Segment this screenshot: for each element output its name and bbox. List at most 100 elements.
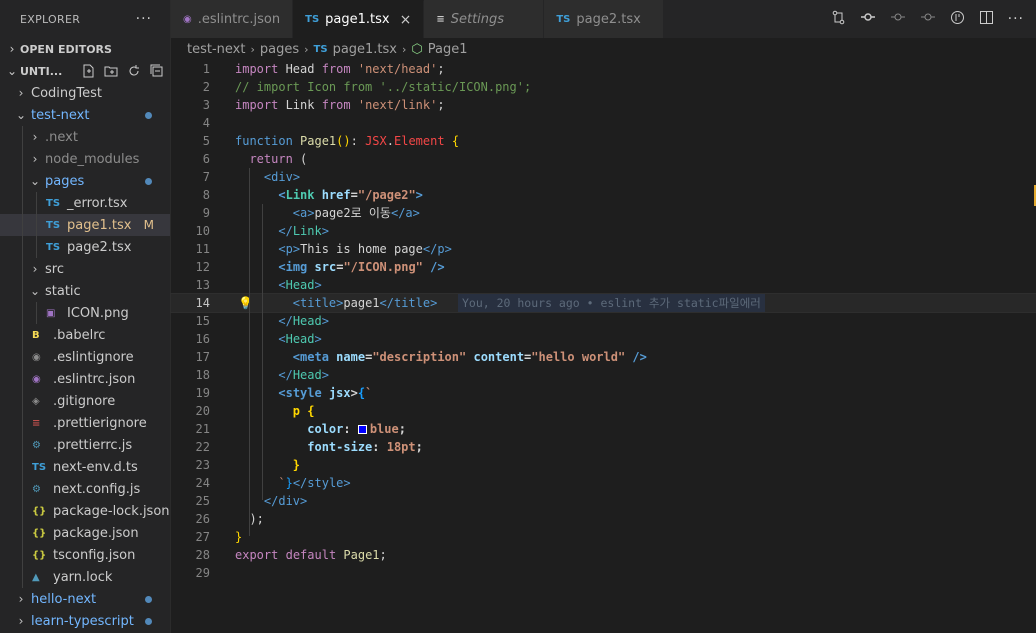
tree-item-page1-tsx[interactable]: TS page1.tsx M xyxy=(0,214,170,236)
next-change-icon[interactable] xyxy=(920,10,936,28)
code-line[interactable]: 27} xyxy=(171,528,1036,546)
code-token: < xyxy=(292,206,301,220)
git-commit-icon[interactable] xyxy=(860,10,876,28)
collapse-all-icon[interactable] xyxy=(150,64,164,78)
indent-guide xyxy=(22,434,23,456)
code-line[interactable]: 21 color: blue; xyxy=(171,420,1036,438)
tree-item-prettierignore[interactable]: ≡ .prettierignore xyxy=(0,412,170,434)
code-line[interactable]: 28 export default Page1; xyxy=(171,546,1036,564)
tree-item-learn-typescript[interactable]: › learn-typescript xyxy=(0,610,170,632)
ts-icon: TS xyxy=(313,43,328,55)
code-line[interactable]: 24 `}</style> xyxy=(171,474,1036,492)
code-token: page1 xyxy=(343,296,380,310)
indent-guide xyxy=(22,566,23,588)
tree-item-package-json[interactable]: {} package.json xyxy=(0,522,170,544)
code-line[interactable]: 25 </div> xyxy=(171,492,1036,510)
close-icon[interactable]: × xyxy=(400,12,412,28)
open-editors-section[interactable]: › OPEN EDITORS xyxy=(0,38,170,60)
tree-item-label: package.json xyxy=(53,525,139,541)
refresh-icon[interactable] xyxy=(127,64,141,78)
code-line[interactable]: 2 // import Icon from '../static/ICON.png… xyxy=(171,78,1036,96)
breadcrumb-item[interactable]: page1.tsx xyxy=(333,42,397,57)
new-file-icon[interactable] xyxy=(81,64,95,78)
eslint-icon: ◉ xyxy=(32,373,41,385)
code-token: "/page2" xyxy=(357,188,416,202)
code-line[interactable]: 8 <Link href="/page2"> xyxy=(171,186,1036,204)
tree-item-package-lock-json[interactable]: {} package-lock.json xyxy=(0,500,170,522)
code-line[interactable]: 29 xyxy=(171,564,1036,582)
breadcrumb-item[interactable]: test-next xyxy=(187,42,245,57)
workspace-section[interactable]: ⌄ UNTI... xyxy=(0,60,170,82)
tree-item-next[interactable]: › .next xyxy=(0,126,170,148)
tree-item-error-tsx[interactable]: TS _error.tsx xyxy=(0,192,170,214)
split-editor-icon[interactable] xyxy=(979,10,994,29)
tree-item-next-config-js[interactable]: ⚙ next.config.js xyxy=(0,478,170,500)
code-line[interactable]: 7 <div> xyxy=(171,168,1036,186)
code-line[interactable]: 15 </Head> xyxy=(171,312,1036,330)
tree-item-static[interactable]: ⌄ static xyxy=(0,280,170,302)
tree-item-hello-next[interactable]: › hello-next xyxy=(0,588,170,610)
tree-item-prettierrc-js[interactable]: ⚙ .prettierrc.js xyxy=(0,434,170,456)
code-token: ; xyxy=(437,98,445,112)
settings-icon: ≡ xyxy=(436,13,445,25)
tree-item-yarn-lock[interactable]: ▲ yarn.lock xyxy=(0,566,170,588)
code-line[interactable]: 3 import Link from 'next/link'; xyxy=(171,96,1036,114)
tree-item-babelrc[interactable]: B .babelrc xyxy=(0,324,170,346)
tab-page2[interactable]: TS page2.tsx xyxy=(544,0,665,38)
code-line[interactable]: 10 </Link> xyxy=(171,222,1036,240)
code-editor[interactable]: 1 import Head from 'next/head'; 2 // import… xyxy=(170,60,1036,633)
tree-item-gitignore[interactable]: ◈ .gitignore xyxy=(0,390,170,412)
code-line[interactable]: 1 import Head from 'next/head'; xyxy=(171,60,1036,78)
tree-item-node-modules[interactable]: › node_modules xyxy=(0,148,170,170)
tab-eslintrc[interactable]: ◉ .eslintrc.json xyxy=(171,0,294,38)
tree-item-pages[interactable]: ⌄ pages xyxy=(0,170,170,192)
code-line[interactable]: 19 <style jsx>{` xyxy=(171,384,1036,402)
tree-item-eslintignore[interactable]: ◉ .eslintignore xyxy=(0,346,170,368)
more-actions-icon[interactable]: ··· xyxy=(136,11,152,27)
tree-item-next-env-d-ts[interactable]: TS next-env.d.ts xyxy=(0,456,170,478)
code-line[interactable]: 16 <Head> xyxy=(171,330,1036,348)
code-line[interactable]: 11 <p>This is home page</p> xyxy=(171,240,1036,258)
code-line[interactable]: 12 <img src="/ICON.png" /> xyxy=(171,258,1036,276)
eslint-icon: ◉ xyxy=(183,13,192,25)
code-line[interactable]: 20 p { xyxy=(171,402,1036,420)
compare-changes-icon[interactable] xyxy=(831,10,846,29)
code-line[interactable]: 26 ); xyxy=(171,510,1036,528)
lightbulb-icon[interactable]: 💡 xyxy=(238,294,253,312)
breadcrumb-item[interactable]: Page1 xyxy=(428,42,468,57)
tree-item-test-next[interactable]: ⌄ test-next xyxy=(0,104,170,126)
code-line[interactable]: 14 <title>page1</title> 💡 You, 20 hours ag… xyxy=(170,293,1036,313)
previous-change-icon[interactable] xyxy=(890,10,906,28)
code-line[interactable]: 9 <a>page2로 이동</a> xyxy=(171,204,1036,222)
tree-item-page2-tsx[interactable]: TS page2.tsx xyxy=(0,236,170,258)
tree-item-tsconfig-json[interactable]: {} tsconfig.json xyxy=(0,544,170,566)
tree-item-codingtest[interactable]: › CodingTest xyxy=(0,82,170,104)
tree-item-icon-png[interactable]: ▣ ICON.png xyxy=(0,302,170,324)
more-actions-icon[interactable]: ··· xyxy=(1008,11,1024,27)
new-folder-icon[interactable] xyxy=(104,64,118,78)
tree-item-label: .eslintignore xyxy=(53,349,134,365)
code-line[interactable]: 23 } xyxy=(171,456,1036,474)
code-line[interactable]: 6 return ( xyxy=(171,150,1036,168)
code-line[interactable]: 22 font-size: 18pt; xyxy=(171,438,1036,456)
ts-icon: TS xyxy=(32,461,47,473)
breadcrumb-item[interactable]: pages xyxy=(260,42,299,57)
code-line[interactable]: 17 <meta name="description" content="hel… xyxy=(171,348,1036,366)
git-modified-badge: M xyxy=(143,218,154,232)
code-token: : xyxy=(372,440,387,454)
code-line[interactable]: 5 function Page1(): JSX.Element { xyxy=(171,132,1036,150)
tree-item-src[interactable]: › src xyxy=(0,258,170,280)
open-changes-icon[interactable] xyxy=(950,10,965,29)
code-line[interactable]: 18 </Head> xyxy=(171,366,1036,384)
code-token: This is home page xyxy=(300,242,423,256)
code-token: 18pt xyxy=(386,440,416,454)
tab-page1[interactable]: TS page1.tsx × xyxy=(293,0,425,38)
tab-settings[interactable]: ≡ Settings xyxy=(424,0,545,38)
color-swatch-icon[interactable] xyxy=(357,425,367,434)
code-line[interactable]: 4 xyxy=(171,114,1036,132)
code-line[interactable]: 13 <Head> xyxy=(171,276,1036,294)
code-token: font-size xyxy=(307,440,373,454)
tree-item-eslintrc-json[interactable]: ◉ .eslintrc.json xyxy=(0,368,170,390)
code-token: 'next/link' xyxy=(357,98,438,112)
